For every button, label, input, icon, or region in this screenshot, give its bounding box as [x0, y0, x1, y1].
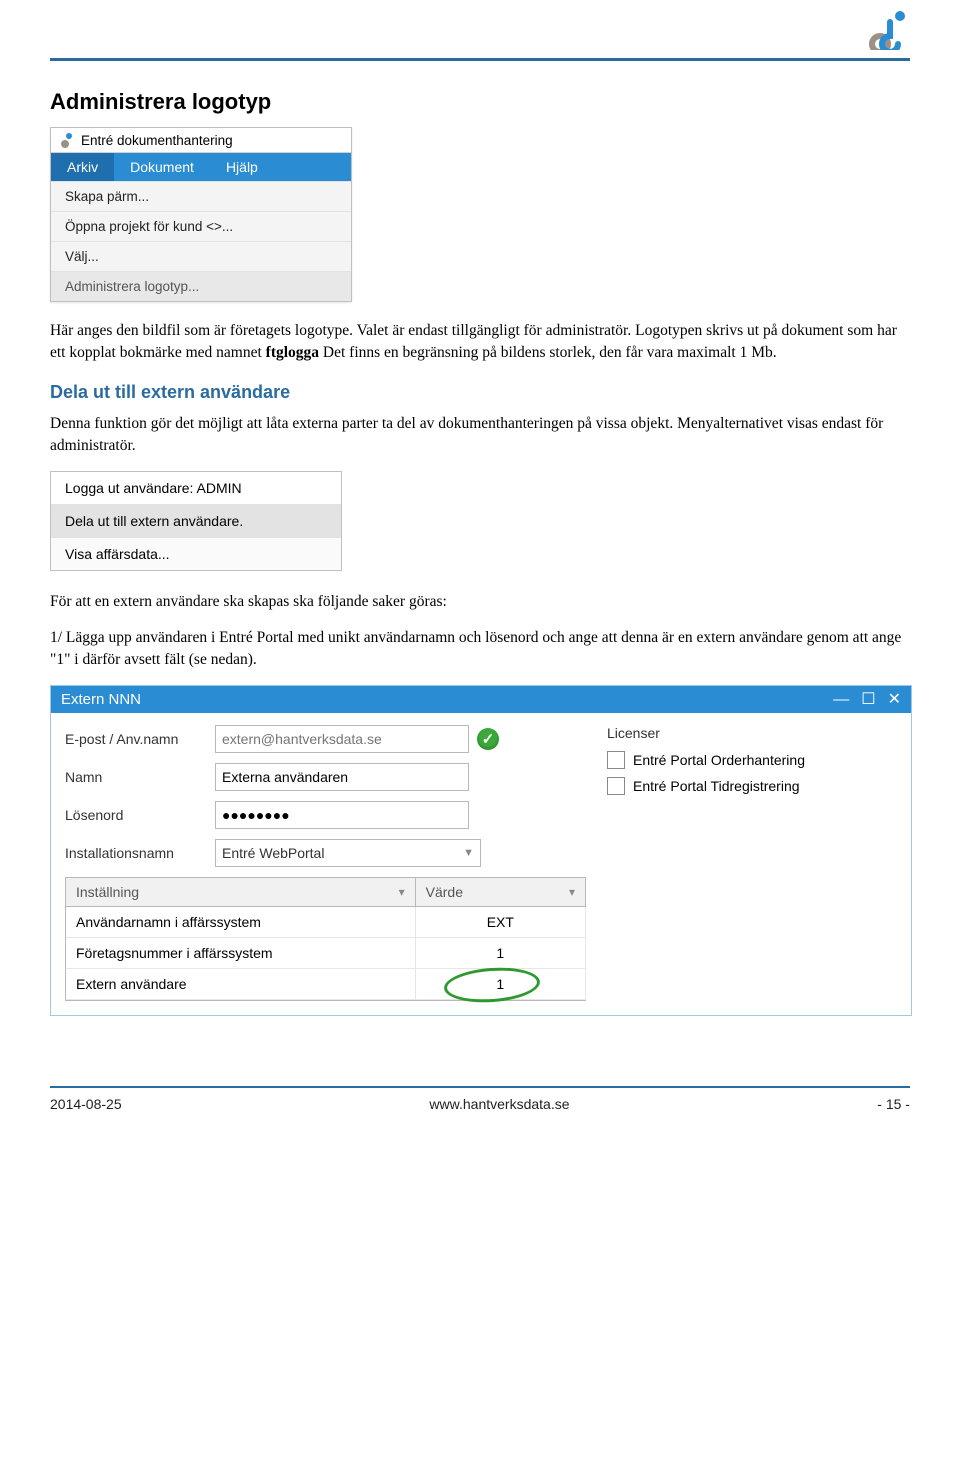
section-heading: Administrera logotyp	[50, 89, 910, 115]
paragraph-2: Denna funktion gör det möjligt att låta …	[50, 413, 910, 457]
maximize-icon[interactable]: ☐	[861, 692, 875, 708]
select-installationsnamn[interactable]: Entré WebPortal ▼	[215, 839, 481, 867]
table-row: Användarnamn i affärssystem EXT	[66, 907, 586, 938]
cell-value: EXT	[416, 907, 586, 938]
check-icon: ✓	[477, 728, 499, 750]
app-icon	[59, 132, 75, 148]
menuitem-logga-ut[interactable]: Logga ut användare: ADMIN	[51, 472, 341, 504]
menuitem-administrera-logotyp[interactable]: Administrera logotyp...	[51, 271, 351, 301]
window-title: Extern NNN	[61, 691, 141, 708]
footer-page: - 15 -	[877, 1096, 910, 1112]
app-title: Entré dokumenthantering	[81, 133, 233, 148]
brand-logo	[864, 10, 910, 55]
select-value: Entré WebPortal	[222, 845, 324, 861]
cell-setting: Användarnamn i affärssystem	[66, 907, 416, 938]
cell-setting: Extern användare	[66, 969, 416, 1000]
menuitem-oppna-projekt[interactable]: Öppna projekt för kund <>...	[51, 211, 351, 241]
label-losenord: Lösenord	[65, 807, 215, 823]
input-namn[interactable]	[215, 763, 469, 791]
col-installning[interactable]: Inställning ▾	[66, 878, 416, 907]
paragraph-1: Här anges den bildfil som är företagets …	[50, 320, 910, 364]
menu-arkiv[interactable]: Arkiv	[51, 153, 114, 181]
menuitem-skapa-parm[interactable]: Skapa pärm...	[51, 181, 351, 211]
col-varde[interactable]: Värde ▾	[416, 878, 586, 907]
menuitem-visa-affarsdata[interactable]: Visa affärsdata...	[51, 537, 341, 570]
checkbox-tidregistrering[interactable]	[607, 777, 625, 795]
cell-setting: Företagsnummer i affärssystem	[66, 938, 416, 969]
footer-url: www.hantverksdata.se	[429, 1096, 569, 1112]
checkbox-label: Entré Portal Orderhantering	[633, 752, 805, 768]
menuitem-valj[interactable]: Välj...	[51, 241, 351, 271]
menuitem-dela-ut-extern[interactable]: Dela ut till extern användare.	[51, 504, 341, 537]
settings-table: Inställning ▾ Värde ▾ Användarnamn i aff…	[65, 877, 586, 1001]
minimize-icon[interactable]: —	[833, 692, 849, 708]
menubar: Arkiv Dokument Hjälp	[51, 153, 351, 181]
cell-value: 1	[416, 969, 586, 1000]
checkbox-row-tidregistrering[interactable]: Entré Portal Tidregistrering	[607, 777, 897, 795]
paragraph-4: 1/ Lägga upp användaren i Entré Portal m…	[50, 627, 910, 671]
filter-icon[interactable]: ▾	[569, 885, 575, 899]
window-titlebar: Extern NNN — ☐ ✕	[51, 686, 911, 713]
window-buttons: — ☐ ✕	[833, 692, 901, 708]
dropdown-arkiv: Skapa pärm... Öppna projekt för kund <>.…	[51, 181, 351, 301]
input-losenord[interactable]	[215, 801, 469, 829]
header-rule	[50, 58, 910, 61]
subheading-dela-ut: Dela ut till extern användare	[50, 382, 910, 403]
input-epost[interactable]	[215, 725, 469, 753]
chevron-down-icon: ▼	[463, 847, 474, 859]
table-row: Extern användare 1	[66, 969, 586, 1000]
label-namn: Namn	[65, 769, 215, 785]
menu-dokument[interactable]: Dokument	[114, 153, 210, 181]
paragraph-3: För att en extern användare ska skapas s…	[50, 591, 910, 613]
screenshot-extern-form: Extern NNN — ☐ ✕ E-post / Anv.namn ✓ Nam…	[50, 685, 912, 1016]
label-licenser: Licenser	[607, 725, 897, 741]
checkbox-label: Entré Portal Tidregistrering	[633, 778, 800, 794]
close-icon[interactable]: ✕	[888, 692, 901, 708]
checkbox-row-orderhantering[interactable]: Entré Portal Orderhantering	[607, 751, 897, 769]
highlight-ring	[443, 965, 541, 1006]
label-epost: E-post / Anv.namn	[65, 731, 215, 747]
filter-icon[interactable]: ▾	[399, 885, 405, 899]
app-titlebar: Entré dokumenthantering	[51, 128, 351, 153]
screenshot-context-menu: Logga ut användare: ADMIN Dela ut till e…	[50, 471, 342, 571]
cell-value: 1	[416, 938, 586, 969]
checkbox-orderhantering[interactable]	[607, 751, 625, 769]
table-row: Företagsnummer i affärssystem 1	[66, 938, 586, 969]
footer-date: 2014-08-25	[50, 1096, 122, 1112]
screenshot-menu: Entré dokumenthantering Arkiv Dokument H…	[50, 127, 352, 302]
page-footer: 2014-08-25 www.hantverksdata.se - 15 -	[50, 1086, 910, 1112]
menu-hjalp[interactable]: Hjälp	[210, 153, 274, 181]
label-install: Installationsnamn	[65, 845, 215, 861]
